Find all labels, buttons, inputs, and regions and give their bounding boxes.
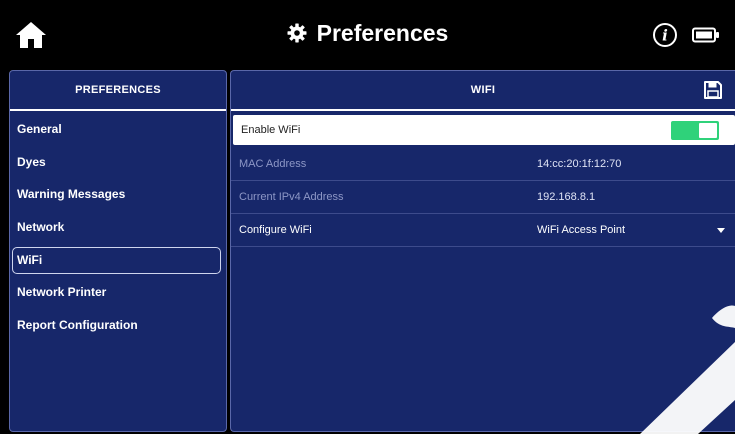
enable-wifi-label: Enable WiFi (241, 124, 301, 136)
svg-text:i: i (662, 27, 668, 45)
mac-address-row: MAC Address 14:cc:20:1f:12:70 (231, 148, 735, 181)
mac-address-value: 14:cc:20:1f:12:70 (537, 158, 622, 170)
gear-icon (287, 23, 307, 43)
chevron-down-icon[interactable] (717, 228, 725, 233)
wifi-panel: WIFI Enable WiFi MAC Address 14:cc:20:1f… (230, 70, 735, 432)
sidebar-item-network-printer[interactable]: Network Printer (10, 276, 226, 309)
top-bar: Preferences i (0, 0, 735, 68)
info-button[interactable]: i (652, 22, 678, 48)
info-icon: i (653, 23, 677, 47)
sidebar-item-warning-messages[interactable]: Warning Messages (10, 178, 226, 211)
ipv4-address-row: Current IPv4 Address 192.168.8.1 (231, 181, 735, 214)
sidebar-item-network[interactable]: Network (10, 211, 226, 244)
toggle-knob (699, 123, 717, 138)
settings-list: Enable WiFi MAC Address 14:cc:20:1f:12:7… (231, 111, 735, 247)
sidebar-list: General Dyes Warning Messages Network Wi… (10, 111, 226, 342)
sidebar: PREFERENCES General Dyes Warning Message… (9, 70, 227, 432)
sidebar-item-wifi[interactable]: WiFi (10, 244, 226, 277)
sidebar-item-dyes[interactable]: Dyes (10, 146, 226, 179)
page-title-group: Preferences (0, 20, 735, 47)
sidebar-title: PREFERENCES (10, 71, 226, 111)
save-icon[interactable] (703, 80, 723, 100)
configure-wifi-row[interactable]: Configure WiFi WiFi Access Point (231, 214, 735, 247)
panel-header: WIFI (231, 71, 735, 111)
enable-wifi-row[interactable]: Enable WiFi (233, 115, 735, 145)
panel-title: WIFI (470, 84, 496, 96)
sidebar-item-report-configuration[interactable]: Report Configuration (10, 309, 226, 342)
ipv4-address-label: Current IPv4 Address (239, 191, 344, 203)
configure-wifi-select[interactable]: WiFi Access Point (537, 214, 625, 247)
battery-icon (692, 27, 719, 43)
mac-address-label: MAC Address (239, 158, 307, 170)
page-title: Preferences (316, 20, 449, 46)
configure-wifi-label: Configure WiFi (239, 224, 312, 236)
enable-wifi-toggle[interactable] (671, 121, 719, 140)
sidebar-item-general[interactable]: General (10, 113, 226, 146)
ipv4-address-value: 192.168.8.1 (537, 191, 596, 203)
